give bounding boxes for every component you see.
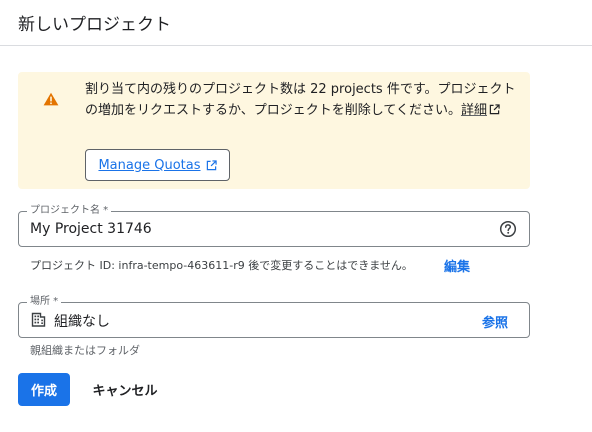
project-id-hint-row: プロジェクト ID: infra-tempo-463611-r9 後で変更するこ… — [30, 257, 530, 275]
warning-text: 割り当て内の残りのプロジェクト数は 22 projects 件です。プロジェクト… — [85, 82, 516, 118]
manage-quotas-button[interactable]: Manage Quotas — [85, 149, 230, 181]
external-link-icon — [489, 104, 500, 115]
detail-link-label: 詳細 — [460, 103, 487, 118]
project-name-input[interactable] — [30, 212, 490, 246]
cancel-button[interactable]: キャンセル — [80, 373, 170, 406]
page-title: 新しいプロジェクト — [18, 15, 171, 35]
location-value: 組織なし — [54, 314, 110, 330]
create-button[interactable]: 作成 — [18, 373, 70, 406]
dialog-header: 新しいプロジェクト — [0, 0, 592, 46]
location-field[interactable]: 場所 * 組織なし 参照 — [18, 295, 530, 338]
project-id-hint: プロジェクト ID: infra-tempo-463611-r9 後で変更するこ… — [30, 259, 413, 272]
warning-icon — [43, 92, 59, 106]
help-circle-icon[interactable] — [499, 220, 517, 238]
project-name-field[interactable]: プロジェクト名 * — [18, 204, 530, 247]
organization-icon — [31, 312, 46, 327]
edit-project-id-link[interactable]: 編集 — [444, 256, 470, 275]
external-link-icon — [206, 159, 217, 170]
location-label: 場所 * — [27, 295, 62, 309]
quota-warning-banner: 割り当て内の残りのプロジェクト数は 22 projects 件です。プロジェクト… — [18, 72, 530, 189]
browse-location-link[interactable]: 参照 — [482, 312, 508, 331]
manage-quotas-label: Manage Quotas — [98, 157, 201, 173]
location-hint: 親組織またはフォルダ — [30, 344, 140, 357]
warning-message: 割り当て内の残りのプロジェクト数は 22 projects 件です。プロジェクト… — [85, 79, 521, 121]
detail-link[interactable]: 詳細 — [461, 103, 500, 118]
